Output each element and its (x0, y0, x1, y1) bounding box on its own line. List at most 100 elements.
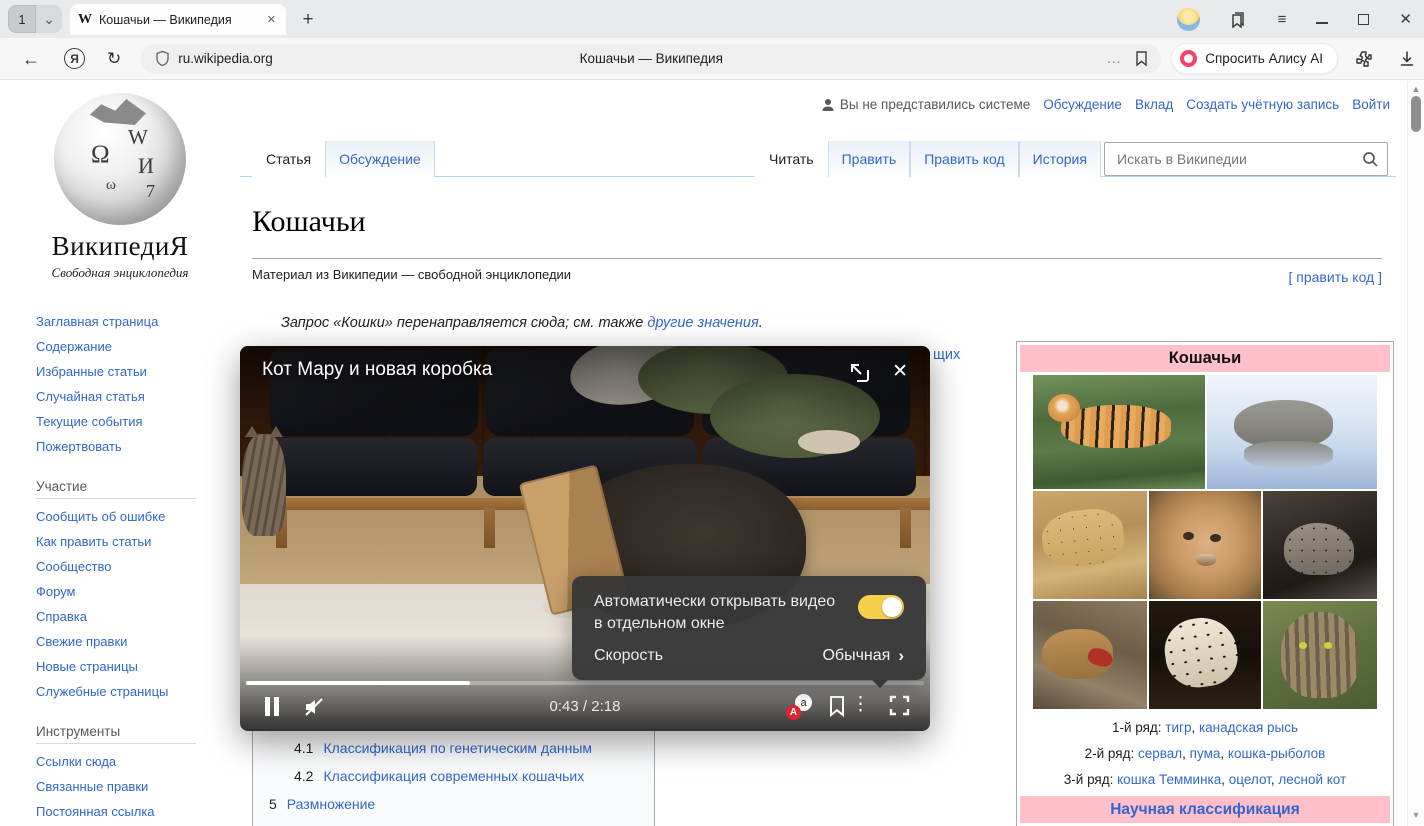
speed-row[interactable]: Скорость Обычная› (594, 646, 904, 666)
tab-Обсуждение[interactable]: Обсуждение (325, 141, 435, 177)
sidebar-link-Постоянная ссылка[interactable]: Постоянная ссылка (36, 804, 155, 819)
sidebar-link-Содержание[interactable]: Содержание (36, 339, 112, 354)
toc-item[interactable]: 4.2Классификация современных кошачьих (253, 762, 654, 790)
other-meanings-link[interactable]: другие значения (647, 315, 758, 331)
auto-open-toggle[interactable] (858, 595, 904, 619)
photo-wildcat[interactable] (1263, 601, 1377, 709)
wiki-search-box[interactable] (1104, 142, 1388, 176)
url-text[interactable]: ru.wikipedia.org (178, 51, 273, 66)
sidebar-link-Форум[interactable]: Форум (36, 584, 76, 599)
scrollbar-thumb[interactable] (1411, 96, 1421, 132)
pip-video-player[interactable]: Кот Мару и новая коробка ✕ 0:43 / 2:18 a… (240, 346, 930, 731)
personal-link-Обсуждение[interactable]: Обсуждение (1043, 97, 1122, 112)
wikipedia-logo[interactable]: Ω W И 7 ω ВикипедиЯ Свободная энциклопед… (0, 89, 240, 281)
tab-Статья[interactable]: Статья (252, 141, 325, 177)
photo-ocelot[interactable] (1149, 601, 1261, 709)
tab-close-icon[interactable]: ✕ (265, 11, 278, 28)
video-close-icon[interactable]: ✕ (892, 361, 908, 383)
ask-alice-button[interactable]: Спросить Алису AI (1171, 43, 1338, 74)
sidebar-link-Служебные страницы[interactable]: Служебные страницы (36, 684, 168, 699)
yandex-home-button[interactable]: Я (64, 48, 85, 69)
tab-Править[interactable]: Править (828, 141, 911, 177)
tab-Править код[interactable]: Править код (910, 141, 1018, 177)
fullscreen-icon[interactable] (889, 695, 910, 716)
browser-window: 1 ⌄ W Кошачьи — Википедия ✕ + ≡ ✕ ← Я ↻ (0, 0, 1424, 826)
search-icon[interactable] (1362, 151, 1379, 168)
personal-link-Вклад[interactable]: Вклад (1135, 97, 1173, 112)
sidebar-item: Избранные статьи (0, 363, 240, 388)
toc-item[interactable]: 4.1Классификация по генетическим данным (253, 734, 654, 762)
tab-counter-button[interactable]: 1 (8, 5, 36, 33)
sidebar-link-Как править статьи[interactable]: Как править статьи (36, 534, 151, 549)
video-top-shade (240, 346, 930, 426)
sidebar-item: Свежие правки (0, 633, 240, 658)
browser-menu-icon[interactable]: ≡ (1278, 12, 1287, 27)
page-scrollbar[interactable]: ▲ ▼ (1407, 81, 1424, 826)
address-overflow-icon[interactable]: … (1106, 50, 1122, 67)
lead-text-fragment-link[interactable]: щих (933, 347, 960, 363)
video-translate-icon[interactable]: a A (786, 694, 812, 720)
toc-link[interactable]: Размножение (287, 796, 375, 812)
caption-link-канадская рысь[interactable]: канадская рысь (1199, 720, 1298, 735)
personal-link-Создать учётную запись[interactable]: Создать учётную запись (1186, 97, 1339, 112)
reload-button[interactable]: ↻ (107, 50, 121, 67)
sidebar-link-Справка[interactable]: Справка (36, 609, 87, 624)
tab-list-chevron-icon[interactable]: ⌄ (36, 5, 62, 33)
photo-temminck-cat[interactable] (1033, 601, 1147, 709)
profile-avatar[interactable] (1177, 8, 1200, 31)
bookmark-icon[interactable] (1134, 50, 1149, 67)
sidebar-link-Избранные статьи[interactable]: Избранные статьи (36, 364, 147, 379)
photo-canada-lynx[interactable] (1207, 375, 1377, 489)
video-progress-bar[interactable] (246, 681, 924, 685)
sidebar-link-Сообщить об ошибке[interactable]: Сообщить об ошибке (36, 509, 165, 524)
sidebar-link-Пожертвовать[interactable]: Пожертвовать (36, 439, 122, 454)
caption-link-кошка Темминка[interactable]: кошка Темминка (1117, 772, 1221, 787)
video-more-icon[interactable]: ⋮ (851, 693, 870, 716)
downloads-icon[interactable] (1398, 50, 1416, 68)
sidebar-link-Новые страницы[interactable]: Новые страницы (36, 659, 138, 674)
sidebar-link-Случайная статья[interactable]: Случайная статья (36, 389, 145, 404)
sidebar-link-Связанные правки[interactable]: Связанные правки (36, 779, 148, 794)
window-close-button[interactable]: ✕ (1399, 12, 1412, 27)
caption-link-пума[interactable]: пума (1190, 746, 1221, 761)
sidebar-link-Ссылки сюда[interactable]: Ссылки сюда (36, 754, 116, 769)
sidebar-link-Сообщество[interactable]: Сообщество (36, 559, 112, 574)
caption-link-кошка-рыболов[interactable]: кошка-рыболов (1228, 746, 1325, 761)
video-bookmark-icon[interactable] (828, 695, 846, 717)
site-shield-icon[interactable] (155, 50, 170, 67)
sidebar-list: Заглавная страница Содержание Избранные ст… (0, 313, 240, 463)
side-panels-icon[interactable] (1230, 10, 1248, 28)
window-maximize-button[interactable] (1358, 14, 1369, 25)
return-to-tab-icon[interactable] (848, 361, 870, 383)
new-tab-button[interactable]: + (296, 8, 320, 32)
search-input[interactable] (1115, 150, 1362, 168)
scroll-down-icon[interactable]: ▼ (1408, 810, 1424, 820)
caption-link-оцелот[interactable]: оцелот (1229, 772, 1271, 787)
photo-puma[interactable] (1149, 491, 1261, 599)
caption-link-тигр[interactable]: тигр (1165, 720, 1191, 735)
edit-source-link[interactable]: [ править код ] (1289, 269, 1383, 285)
tab-История[interactable]: История (1019, 141, 1101, 177)
auto-open-label: Автоматически открывать видео в отдельно… (594, 591, 836, 635)
toc-link[interactable]: Классификация современных кошачьих (323, 768, 584, 784)
sidebar-link-Текущие события[interactable]: Текущие события (36, 414, 143, 429)
sidebar-link-Свежие правки[interactable]: Свежие правки (36, 634, 127, 649)
scroll-up-icon[interactable]: ▲ (1408, 84, 1424, 94)
caption-link-сервал[interactable]: сервал (1138, 746, 1182, 761)
address-bar[interactable]: ru.wikipedia.org Кошачьи — Википедия … (141, 44, 1161, 74)
photo-fishing-cat[interactable] (1263, 491, 1377, 599)
video-time: 0:43 / 2:18 (240, 698, 930, 715)
caption-link-лесной кот[interactable]: лесной кот (1278, 772, 1346, 787)
photo-serval[interactable] (1033, 491, 1147, 599)
sidebar-link-Заглавная страница[interactable]: Заглавная страница (36, 314, 158, 329)
window-minimize-button[interactable] (1316, 22, 1328, 24)
browser-tab[interactable]: W Кошачьи — Википедия ✕ (70, 4, 286, 35)
photo-tiger[interactable] (1033, 375, 1205, 489)
toc-link[interactable]: Классификация по генетическим данным (323, 740, 592, 756)
extensions-puzzle-icon[interactable] (1354, 49, 1374, 69)
classification-header-link[interactable]: Научная классификация (1020, 796, 1390, 823)
personal-link-Войти[interactable]: Войти (1352, 97, 1390, 112)
tab-Читать[interactable]: Читать (755, 141, 828, 177)
back-button[interactable]: ← (22, 50, 40, 68)
toc-item[interactable]: 5Размножение (253, 790, 654, 818)
